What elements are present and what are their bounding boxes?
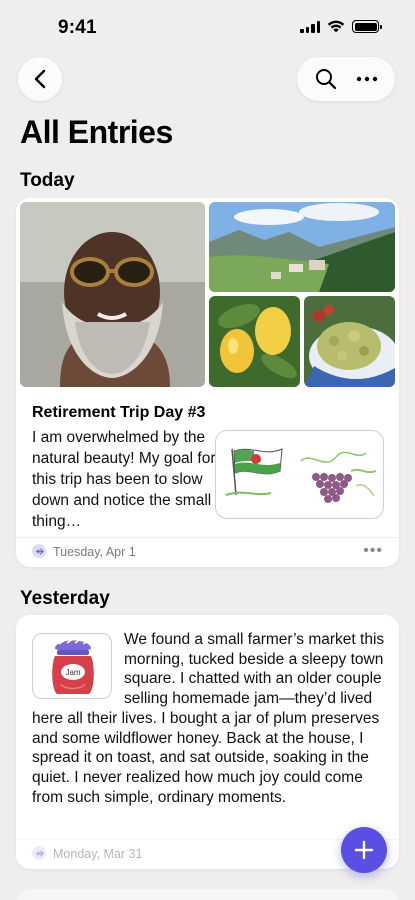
search-icon [315, 69, 336, 90]
airplane-icon [32, 846, 46, 860]
section-header-today: Today [20, 170, 75, 191]
entry-footer: Tuesday, Apr 1 ••• [16, 537, 399, 567]
journal-entry-card[interactable]: Jam We found a small farmer’s market thi… [16, 615, 399, 869]
toolbar-pill [297, 57, 395, 101]
wifi-icon [327, 20, 345, 33]
more-options-button[interactable] [349, 61, 385, 97]
battery-icon [352, 20, 382, 33]
back-button[interactable] [18, 57, 62, 101]
cellular-signal-icon [300, 20, 320, 33]
status-bar: 9:41 [0, 0, 415, 56]
journal-entry-card[interactable]: Retirement Trip Day #3 I am overwhelmed … [16, 198, 399, 567]
page-title: All Entries [20, 114, 173, 150]
entry-date: Tuesday, Apr 1 [53, 545, 136, 559]
airplane-icon [32, 544, 46, 558]
entry-more-button[interactable]: ••• [363, 542, 383, 560]
entry-preview-text: I am overwhelmed by the natural beauty! … [32, 429, 216, 530]
flag-and-grapes-sketch[interactable] [215, 430, 384, 519]
pasta-salad-photo[interactable] [304, 296, 395, 387]
new-entry-button[interactable] [341, 827, 387, 873]
status-icons [300, 20, 382, 33]
portrait-photo[interactable] [20, 202, 205, 387]
search-button[interactable] [308, 61, 344, 97]
journal-entry-card-partial[interactable] [16, 889, 399, 900]
entry-date: Monday, Mar 31 [53, 847, 143, 861]
more-icon [356, 76, 377, 82]
mountain-valley-photo[interactable] [209, 202, 395, 292]
entry-title: Retirement Trip Day #3 [32, 404, 206, 421]
section-header-yesterday: Yesterday [20, 588, 110, 609]
lemons-photo[interactable] [209, 296, 300, 387]
plus-icon [354, 840, 374, 860]
entry-text: We found a small farmer’s market this mo… [32, 631, 385, 806]
status-time: 9:41 [58, 17, 97, 38]
back-icon [34, 69, 46, 89]
